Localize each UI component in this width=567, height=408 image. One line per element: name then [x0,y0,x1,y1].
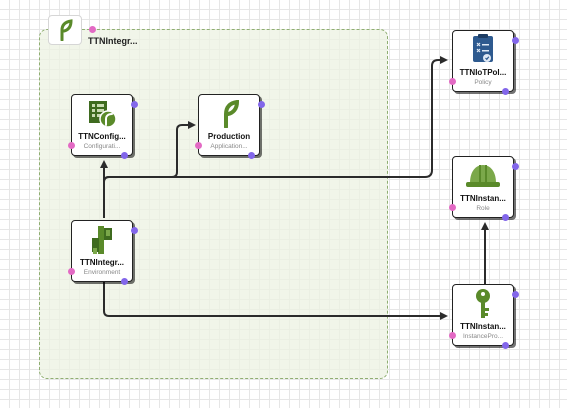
key-icon [453,289,513,319]
output-port[interactable] [502,342,509,349]
instance-profile-node[interactable]: TTNInstan... InstancePro... [449,284,519,349]
input-port[interactable] [449,332,456,339]
policy-icon [453,34,513,65]
input-port[interactable] [449,78,456,85]
output-port[interactable] [131,227,138,234]
input-port[interactable] [68,268,75,275]
environment-node-subtitle: Environment [83,269,121,276]
output-port[interactable] [121,152,128,159]
configuration-template-icon [72,99,132,129]
application-leaf-icon [199,99,259,129]
output-port[interactable] [258,101,265,108]
output-port[interactable] [502,214,509,221]
instance-profile-node-title: TTNInstan... [460,322,506,331]
group-input-port[interactable] [89,26,96,33]
output-port[interactable] [131,101,138,108]
policy-node-subtitle: Policy [474,79,492,86]
output-port[interactable] [502,88,509,95]
input-port[interactable] [68,142,75,149]
production-node-title: Production [207,132,251,141]
config-node[interactable]: TTNConfig... Configurati... [68,94,138,159]
environment-group[interactable] [39,29,388,379]
output-port[interactable] [512,37,519,44]
role-node-title: TTNInstan... [460,194,506,203]
production-node[interactable]: Production Application... [195,94,265,159]
output-port[interactable] [512,291,519,298]
environment-node[interactable]: TTNIntegr... Environment [68,220,138,285]
input-port[interactable] [449,204,456,211]
environment-icon [72,225,132,255]
output-port[interactable] [512,163,519,170]
config-node-subtitle: Configurati... [83,143,121,150]
hard-hat-icon [453,161,513,191]
group-title: TTNIntegr... [88,36,138,46]
instance-profile-node-subtitle: InstancePro... [462,333,504,340]
production-node-subtitle: Application... [210,143,248,150]
output-port[interactable] [248,152,255,159]
group-leaf-icon [48,15,82,45]
output-port[interactable] [121,278,128,285]
policy-node[interactable]: TTNIoTPol... Policy [449,30,519,95]
environment-node-title: TTNIntegr... [80,258,124,267]
config-node-title: TTNConfig... [78,132,126,141]
input-port[interactable] [195,142,202,149]
policy-node-title: TTNIoTPol... [459,68,507,77]
role-node-subtitle: Role [476,205,490,212]
role-node[interactable]: TTNInstan... Role [449,156,519,221]
